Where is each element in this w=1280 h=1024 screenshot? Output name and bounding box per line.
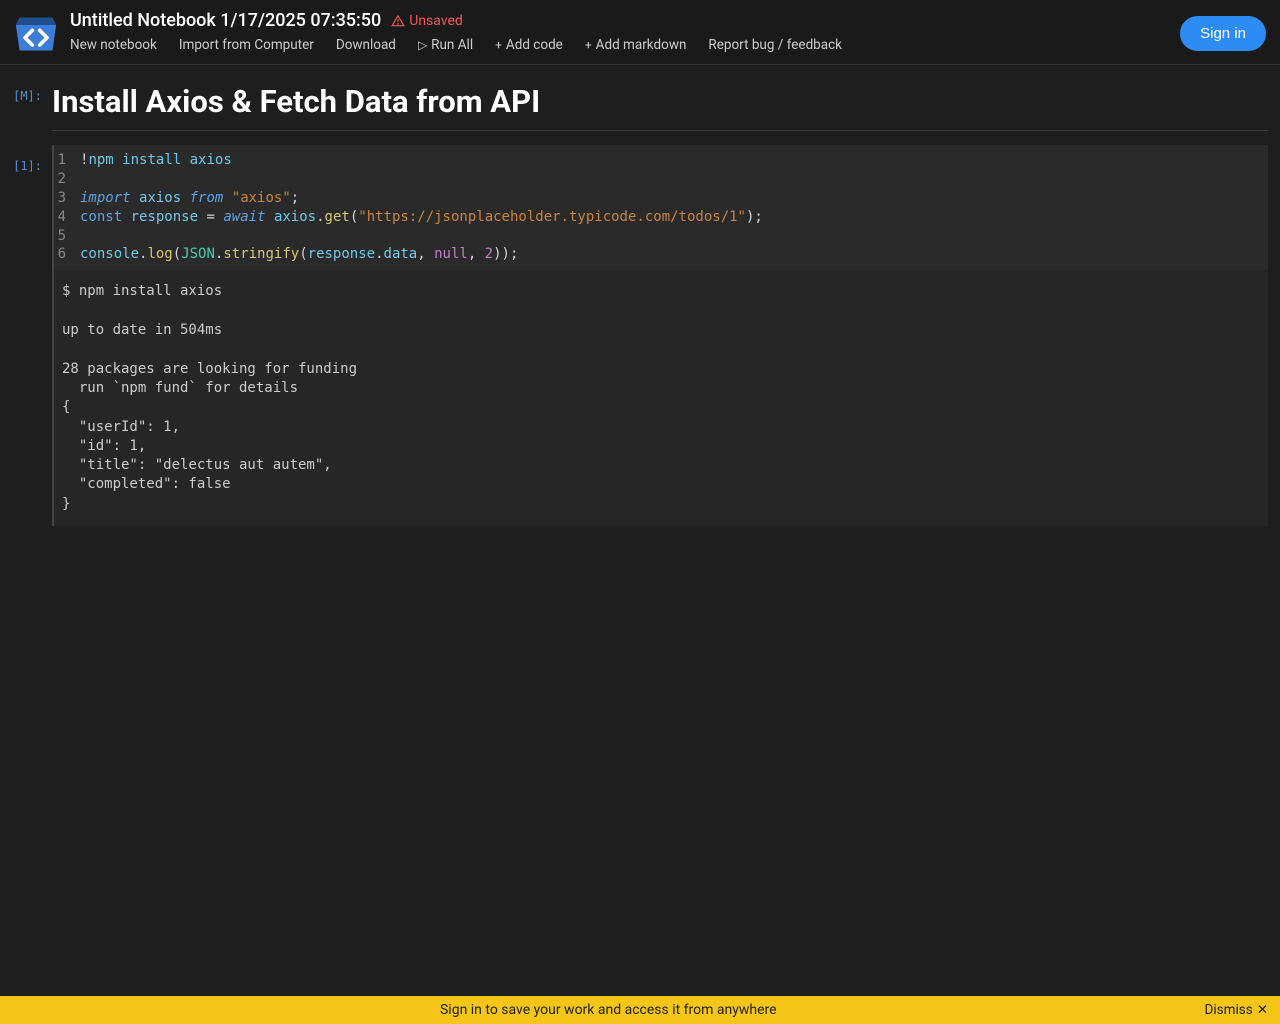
line-number: 2 — [54, 170, 80, 189]
sign-in-button[interactable]: Sign in — [1180, 16, 1266, 51]
notebook-content: [M]: Install Axios & Fetch Data from API… — [0, 65, 1280, 526]
code-content: !npm install axios — [80, 151, 232, 170]
dismiss-label: Dismiss — [1205, 1002, 1253, 1018]
unsaved-label: Unsaved — [409, 13, 463, 29]
app-logo-icon[interactable] — [14, 12, 58, 56]
add-markdown-button[interactable]: +Add markdown — [585, 37, 687, 53]
new-notebook-button[interactable]: New notebook — [70, 37, 157, 53]
markdown-cell[interactable]: [M]: Install Axios & Fetch Data from API — [0, 75, 1280, 145]
code-content: const response = await axios.get("https:… — [80, 208, 763, 227]
plus-icon: + — [585, 38, 592, 52]
warning-icon — [391, 14, 405, 28]
line-number: 4 — [54, 208, 80, 227]
code-line[interactable]: 5 — [54, 227, 1268, 246]
code-line[interactable]: 1!npm install axios — [54, 151, 1268, 170]
line-number: 1 — [54, 151, 80, 170]
notebook-title[interactable]: Untitled Notebook 1/17/2025 07:35:50 — [70, 10, 381, 31]
code-cell[interactable]: [1]: 1!npm install axios2 3import axios … — [0, 145, 1280, 526]
code-line[interactable]: 4const response = await axios.get("https… — [54, 208, 1268, 227]
toolbar: New notebook Import from Computer Downlo… — [70, 37, 1180, 53]
code-content: import axios from "axios"; — [80, 189, 299, 208]
line-number: 3 — [54, 189, 80, 208]
code-line[interactable]: 2 — [54, 170, 1268, 189]
download-button[interactable]: Download — [336, 37, 396, 53]
code-content: console.log(JSON.stringify(response.data… — [80, 245, 518, 264]
markdown-heading: Install Axios & Fetch Data from API — [52, 75, 1268, 131]
close-icon: ✕ — [1257, 1002, 1268, 1018]
cell-gutter: [M]: — [0, 75, 52, 145]
import-button[interactable]: Import from Computer — [179, 37, 314, 53]
run-all-button[interactable]: ▷Run All — [418, 37, 473, 53]
report-bug-button[interactable]: Report bug / feedback — [708, 37, 842, 53]
cell-gutter: [1]: — [0, 145, 52, 526]
add-code-button[interactable]: +Add code — [495, 37, 563, 53]
signin-banner: Sign in to save your work and access it … — [0, 996, 1280, 1024]
app-header: Untitled Notebook 1/17/2025 07:35:50 Uns… — [0, 0, 1280, 65]
code-line[interactable]: 3import axios from "axios"; — [54, 189, 1268, 208]
plus-icon: + — [495, 38, 502, 52]
play-icon: ▷ — [418, 38, 427, 52]
banner-message: Sign in to save your work and access it … — [12, 1002, 1205, 1018]
dismiss-button[interactable]: Dismiss ✕ — [1205, 1002, 1268, 1018]
line-number: 6 — [54, 245, 80, 264]
unsaved-badge: Unsaved — [391, 13, 463, 29]
code-output: $ npm install axios up to date in 504ms … — [52, 270, 1268, 526]
code-line[interactable]: 6console.log(JSON.stringify(response.dat… — [54, 245, 1268, 264]
code-content — [80, 170, 88, 189]
line-number: 5 — [54, 227, 80, 246]
code-content — [80, 227, 88, 246]
code-editor[interactable]: 1!npm install axios2 3import axios from … — [52, 145, 1268, 270]
